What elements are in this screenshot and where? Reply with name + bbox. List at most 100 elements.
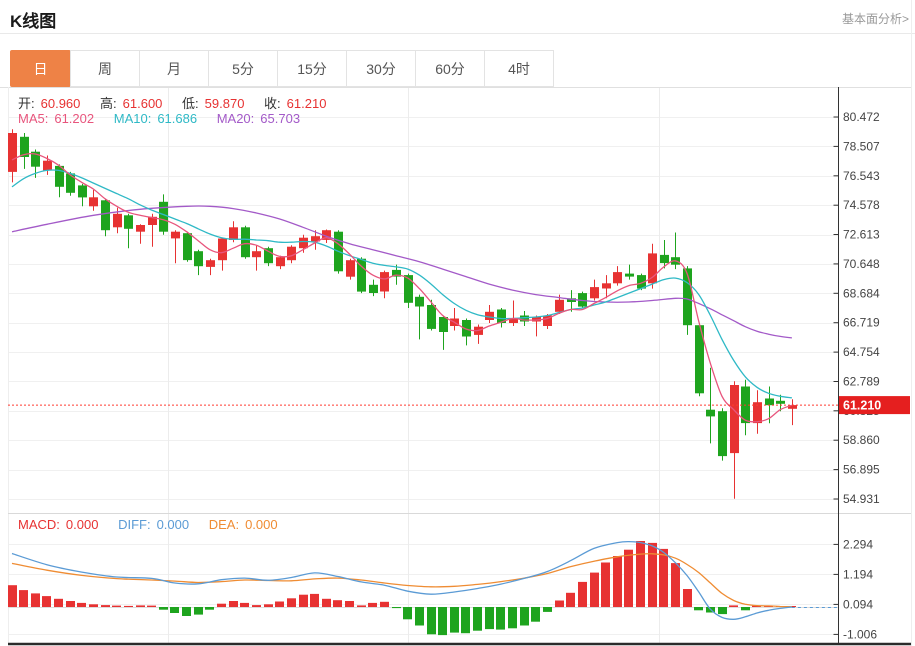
macd-bar <box>368 603 377 607</box>
candle-body <box>287 247 296 261</box>
price-axis-label: 68.684 <box>843 286 880 300</box>
close-label: 收: <box>264 96 281 111</box>
low-label: 低: <box>182 96 199 111</box>
price-axis-label: 66.719 <box>843 316 880 330</box>
candle-body <box>369 285 378 293</box>
candle-body <box>718 411 727 456</box>
price-axis-label: 76.543 <box>843 169 880 183</box>
candle-body <box>415 297 424 307</box>
candle-body <box>590 287 599 298</box>
macd-bar <box>89 604 98 607</box>
macd-bar <box>403 607 412 619</box>
macd-bar <box>648 543 657 607</box>
macd-bar <box>566 593 575 607</box>
macd-bar <box>624 550 633 607</box>
macd-bar <box>508 607 517 628</box>
macd-bar <box>531 607 540 622</box>
current-price-tag-label: 61.210 <box>843 399 881 413</box>
open-value: 60.960 <box>41 96 81 111</box>
candle-body <box>101 200 110 230</box>
macd-bar <box>659 549 668 607</box>
macd-bar <box>229 601 238 607</box>
kline-widget: K线图 基本面分析> 日周月5分15分30分60分4时 80.47278.507… <box>0 0 915 646</box>
macd-bar <box>287 598 296 607</box>
macd-bar <box>473 607 482 631</box>
macd-bar <box>136 605 145 607</box>
macd-bar <box>729 605 738 607</box>
candle-body <box>183 233 192 260</box>
ma5-value: 61.202 <box>54 111 94 126</box>
price-axis-label: 78.507 <box>843 139 880 153</box>
high-label: 高: <box>100 96 117 111</box>
open-label: 开: <box>18 96 35 111</box>
macd-axis-label: 1.194 <box>843 567 873 581</box>
macd-bar <box>240 603 249 607</box>
macd-bar <box>19 590 28 607</box>
candle-body <box>602 283 611 288</box>
close-value: 61.210 <box>287 96 327 111</box>
candle-body <box>439 317 448 332</box>
price-axis-label: 62.789 <box>843 375 880 389</box>
candle-body <box>555 300 564 312</box>
macd-bar <box>694 607 703 610</box>
candle-body <box>113 214 122 228</box>
candle-body <box>485 312 494 320</box>
macd-bar <box>461 607 470 633</box>
macd-bar <box>438 607 447 635</box>
macd-bar <box>450 607 459 633</box>
macd-bar <box>345 601 354 607</box>
candle-body <box>683 268 692 325</box>
price-axis-label: 70.648 <box>843 257 880 271</box>
candle-body <box>171 232 180 239</box>
candle-body <box>730 385 739 453</box>
macd-readout: MACD:0.000 DIFF:0.000 DEA:0.000 <box>18 517 284 532</box>
candle-body <box>78 185 87 197</box>
macd-bar <box>380 602 389 607</box>
macd-bar <box>77 603 86 607</box>
macd-bar <box>357 605 366 607</box>
macd-bar <box>124 606 133 607</box>
price-axis-label: 56.895 <box>843 463 880 477</box>
macd-bar <box>217 604 226 607</box>
candle-body <box>136 225 145 232</box>
macd-bar <box>66 601 75 607</box>
macd-bar <box>555 601 564 608</box>
macd-bar <box>333 600 342 607</box>
ma20-value: 65.703 <box>260 111 300 126</box>
candle-body <box>776 401 785 404</box>
ohlc-readout: 开:60.960 高:61.600 低:59.870 收:61.210 <box>18 93 332 112</box>
price-axis-label: 74.578 <box>843 198 880 212</box>
candle-body <box>66 173 75 192</box>
candle-body <box>299 238 308 249</box>
macd-bar <box>601 563 610 608</box>
macd-bar <box>392 607 401 608</box>
candle-body <box>427 305 436 329</box>
macd-bar <box>636 541 645 607</box>
macd-bar <box>54 599 63 607</box>
ma10-label: MA10: <box>114 111 152 126</box>
macd-bar <box>590 573 599 607</box>
ma20-label: MA20: <box>217 111 255 126</box>
macd-bar <box>275 602 284 608</box>
candle-body <box>276 257 285 266</box>
macd-label: MACD: <box>18 517 60 532</box>
price-axis-label: 72.613 <box>843 228 880 242</box>
candle-body <box>124 215 133 229</box>
macd-bar <box>252 605 261 607</box>
candle-body <box>159 202 168 232</box>
ma10-value: 61.686 <box>157 111 197 126</box>
macd-bar <box>101 605 110 607</box>
candle-body <box>613 272 622 283</box>
ma-readout: MA5:61.202 MA10:61.686 MA20:65.703 <box>18 111 306 126</box>
macd-bar <box>718 607 727 614</box>
macd-bar <box>205 607 214 610</box>
candle-body <box>252 251 261 257</box>
candle-body <box>380 272 389 291</box>
candle-body <box>8 133 17 172</box>
macd-bar <box>671 563 680 607</box>
macd-bar <box>147 606 156 607</box>
low-value: 59.870 <box>205 96 245 111</box>
macd-bar <box>578 582 587 607</box>
macd-bar <box>543 607 552 612</box>
candle-body <box>194 251 203 266</box>
